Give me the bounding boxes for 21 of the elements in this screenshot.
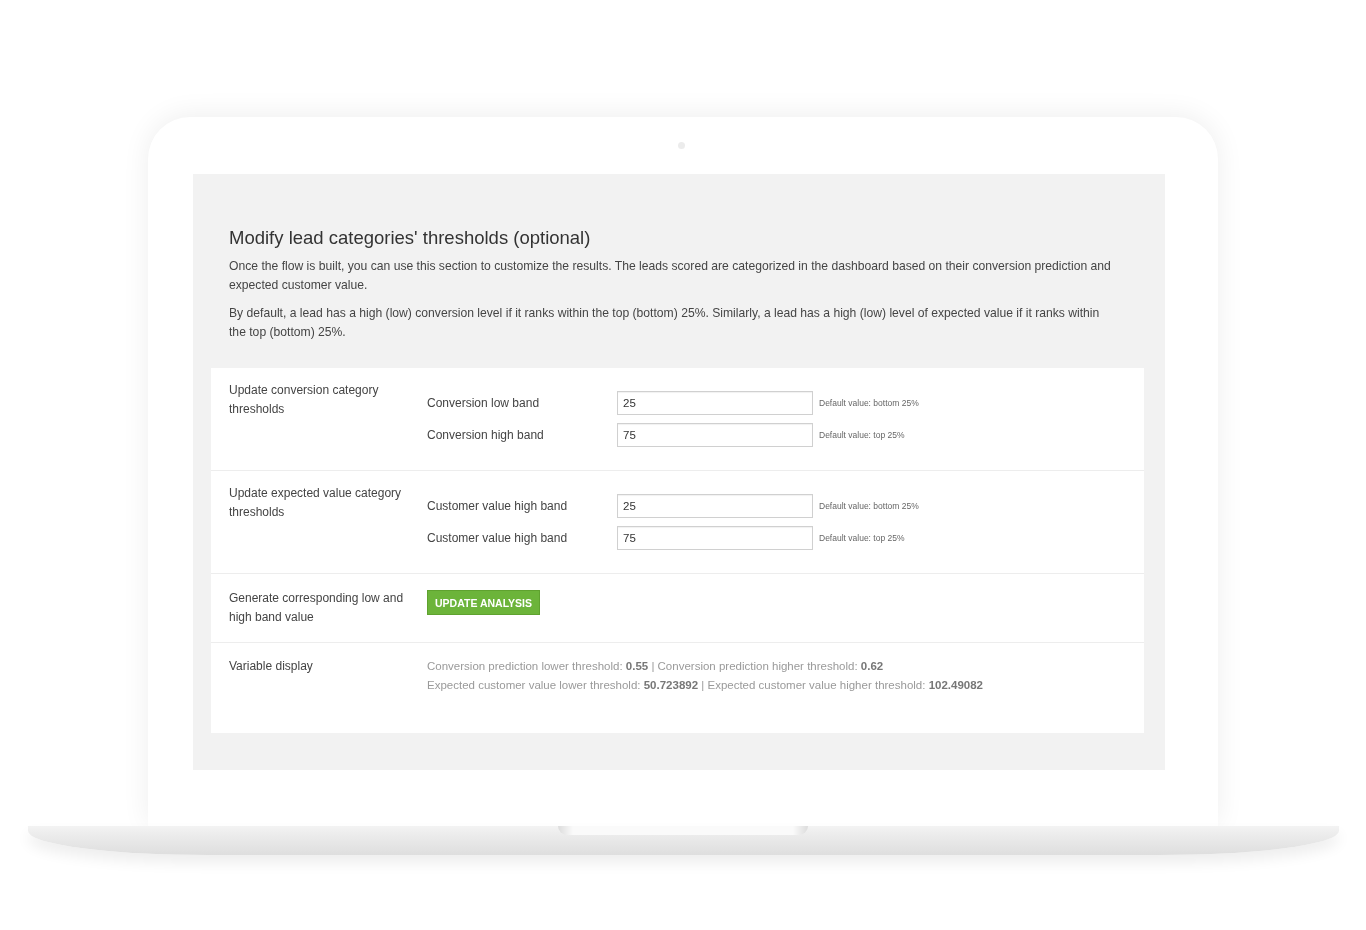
setting-label: Update conversion category thresholds [229, 382, 380, 418]
field-label: Conversion high band [427, 428, 545, 442]
threshold-text: Conversion prediction lower threshold: 0.55 | Conversion prediction higher threshold: 0.62 [427, 659, 885, 674]
input-field[interactable]: 25 [617, 494, 813, 518]
input-field[interactable]: 25 [617, 391, 813, 415]
hint-text: Default value: bottom 25% [819, 398, 919, 408]
field-label: Customer value high band [427, 531, 569, 545]
description-text: By default, a lead has a high (low) conversion level if it ranks within the top (bottom) 25%. Similarly, a lead has a high (low) level of expected value if it ranks within the top (bottom) 25%. [229, 305, 1101, 341]
threshold-text: Expected customer value lower threshold: 50.723892 | Expected customer value higher threshold: 102.49082 [427, 678, 983, 693]
hint-text: Default value: top 25% [819, 430, 905, 440]
setting-label: Update expected value category thresholds [229, 485, 403, 521]
field-label: Customer value high band [427, 499, 569, 513]
setting-label: Generate corresponding low and high band value [229, 590, 405, 626]
setting-label: Variable display [229, 658, 314, 675]
section-title: Modify lead categories' thresholds (optional) [229, 226, 592, 250]
input-field[interactable]: 75 [617, 526, 813, 550]
input-field[interactable]: 75 [617, 423, 813, 447]
description-text: Once the flow is built, you can use this section to customize the results. The leads scored are categorized in the dashboard based on their conversion prediction and expected customer value. [229, 258, 1112, 294]
field-label: Conversion low band [427, 396, 541, 410]
hint-text: Default value: top 25% [819, 533, 905, 543]
hint-text: Default value: bottom 25% [819, 501, 919, 511]
